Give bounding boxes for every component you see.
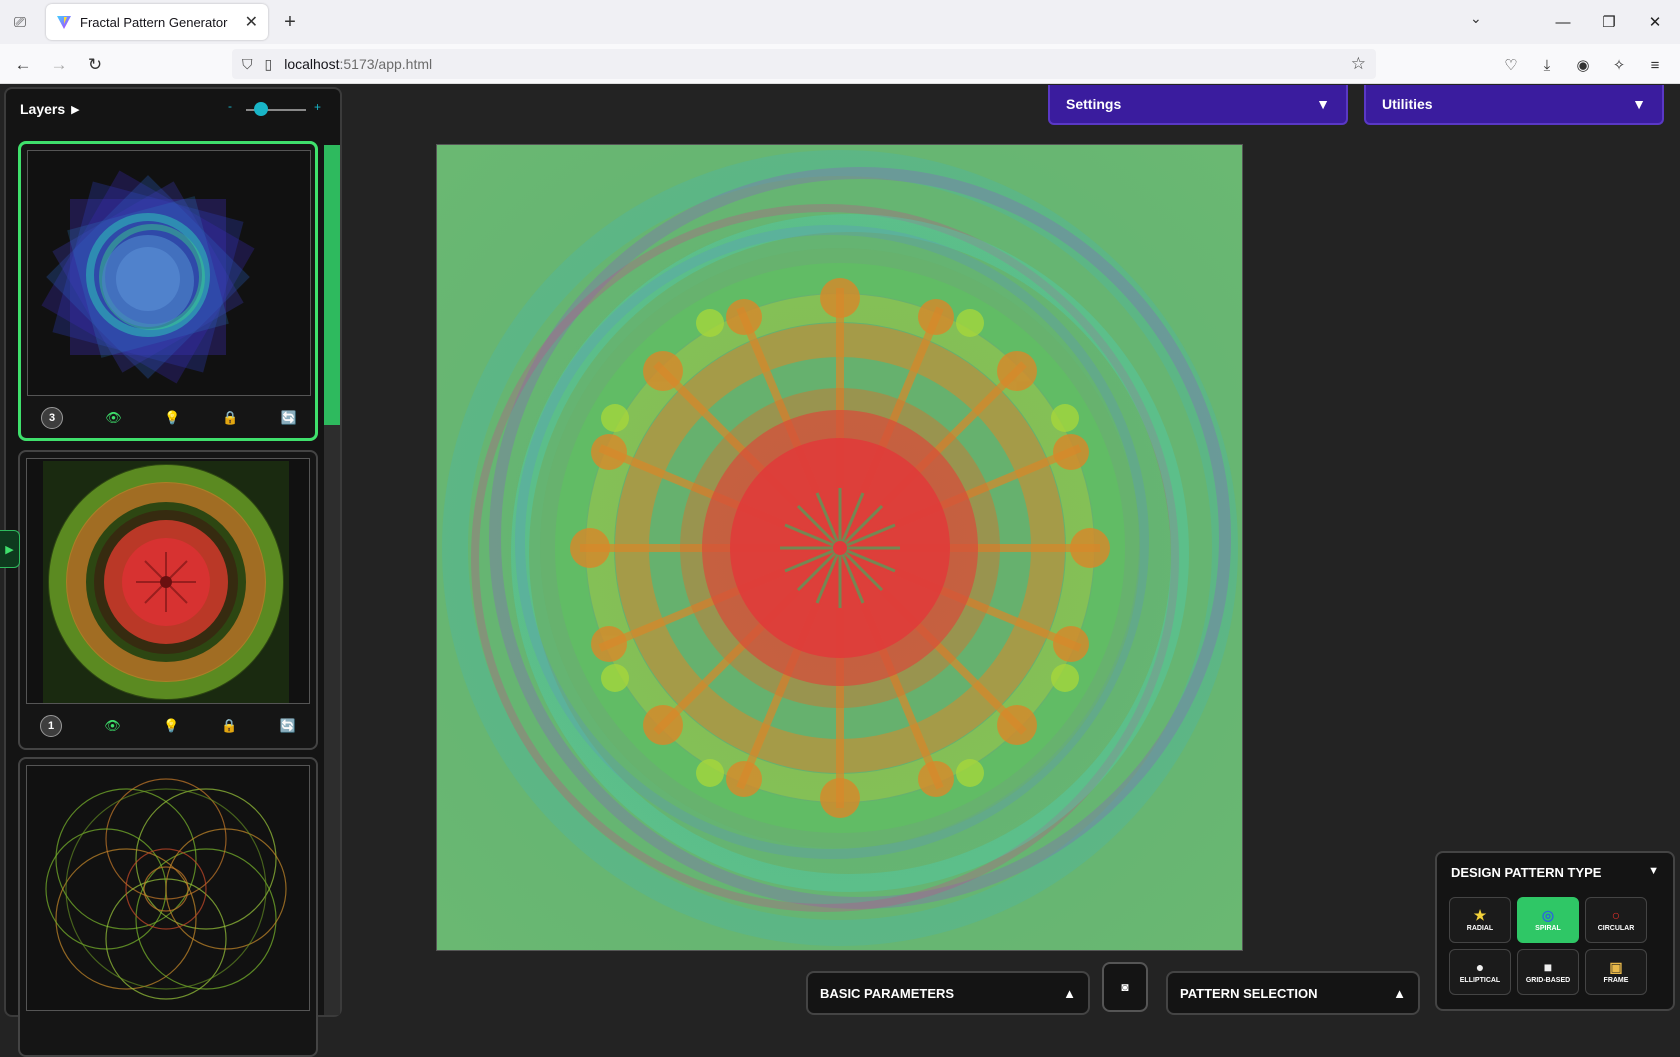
capture-icon: ◙	[1121, 980, 1129, 994]
egg-icon: ●	[1475, 959, 1485, 975]
minimize-icon[interactable]: —	[1540, 8, 1586, 36]
chevron-down-icon[interactable]: ▼	[1648, 865, 1659, 877]
lightbulb-icon[interactable]: 💡	[163, 718, 179, 734]
refresh-icon[interactable]: 🔄	[281, 410, 297, 426]
utilities-label: Utilities	[1382, 96, 1433, 112]
app-area: Layers ▶ - + 3 👁 💡 🔒 🔄 1 👁 💡 🔒 🔄 ▶ Setti…	[0, 85, 1680, 1057]
lock-icon[interactable]: 🔒	[222, 410, 238, 426]
circle-icon: ○	[1611, 907, 1621, 923]
layers-title: Layers	[20, 101, 66, 117]
zoom-in-button[interactable]: +	[314, 100, 321, 114]
pocket-icon[interactable]: ♡	[1498, 52, 1524, 78]
restore-icon[interactable]: ❐	[1586, 8, 1632, 36]
chevron-up-icon[interactable]: ▲	[1063, 986, 1076, 1001]
spiral-icon: ◎	[1541, 907, 1555, 923]
account-icon[interactable]: ◉	[1570, 52, 1596, 78]
fractal-canvas[interactable]	[436, 144, 1243, 951]
tab-close-icon[interactable]: ✕	[245, 12, 258, 32]
extensions-icon[interactable]: ✧	[1606, 52, 1632, 78]
layer-card[interactable]: 3 👁 💡 🔒 🔄	[18, 141, 318, 441]
zoom-out-button[interactable]: -	[228, 99, 232, 113]
tab-list-icon[interactable]: ⎚	[8, 10, 32, 34]
basic-parameters-panel[interactable]: BASIC PARAMETERS ▲	[806, 971, 1090, 1015]
layer-thumbnail[interactable]	[26, 458, 310, 704]
lock-icon[interactable]: 🔒	[221, 718, 237, 734]
design-pattern-title: DESIGN PATTERN TYPE	[1451, 865, 1602, 880]
layers-panel: Layers ▶ - + 3 👁 💡 🔒 🔄 1 👁 💡 🔒 🔄	[4, 87, 342, 1057]
shield-icon[interactable]: ⛉	[242, 56, 253, 73]
browser-tab-bar: ⎚ Fractal Pattern Generator ✕ + ⌄ — ❐ ✕	[0, 0, 1680, 44]
lightbulb-icon[interactable]: 💡	[164, 410, 180, 426]
expand-arrow-icon[interactable]: ▶	[71, 103, 79, 116]
pattern-frame-button[interactable]: ▣ FRAME	[1585, 949, 1647, 995]
vite-favicon-icon	[57, 16, 71, 29]
download-icon[interactable]: ⤓	[1534, 52, 1560, 78]
settings-label: Settings	[1066, 96, 1122, 112]
spiral-thumbnail-art	[41, 170, 255, 384]
back-arrow-icon[interactable]: ←	[10, 52, 36, 78]
chevron-up-icon[interactable]: ▲	[1393, 986, 1406, 1001]
url-bar[interactable]: ⛉ ▯ localhost:5173/app.html ☆	[232, 49, 1376, 79]
star-icon: ★	[1473, 907, 1487, 923]
list-all-tabs-icon[interactable]: ⌄	[1470, 10, 1482, 27]
layer-thumbnail[interactable]	[26, 765, 310, 1011]
reload-icon[interactable]: ↻	[82, 52, 108, 78]
layers-scrollbar-thumb[interactable]	[324, 145, 340, 425]
basic-parameters-title: BASIC PARAMETERS	[820, 985, 955, 1001]
eye-icon[interactable]: 👁	[104, 718, 121, 734]
refresh-icon[interactable]: 🔄	[280, 718, 296, 734]
layer-number-badge: 1	[40, 715, 62, 737]
pattern-selection-title: PATTERN SELECTION	[1180, 985, 1318, 1001]
layer-controls: 1 👁 💡 🔒 🔄	[40, 714, 296, 738]
layer-thumbnail[interactable]	[27, 150, 311, 396]
layer-number-badge: 3	[41, 407, 63, 429]
pattern-spiral-button[interactable]: ◎ SPIRAL	[1517, 897, 1579, 943]
page-icon[interactable]: ▯	[265, 56, 273, 73]
pattern-selection-panel[interactable]: PATTERN SELECTION ▲	[1166, 971, 1420, 1015]
layer-controls: 3 👁 💡 🔒 🔄	[41, 406, 297, 430]
utilities-dropdown[interactable]: Utilities ▼	[1364, 85, 1664, 125]
pattern-circular-button[interactable]: ○ CIRCULAR	[1585, 897, 1647, 943]
browser-nav-bar: ← → ↻ ⛉ ▯ localhost:5173/app.html ☆ ♡ ⤓ …	[0, 44, 1680, 84]
close-window-icon[interactable]: ✕	[1632, 8, 1678, 36]
chevron-down-icon: ▼	[1632, 96, 1646, 112]
settings-dropdown[interactable]: Settings ▼	[1048, 85, 1348, 125]
url-text[interactable]: localhost:5173/app.html	[284, 56, 432, 72]
capture-button[interactable]: ◙	[1102, 962, 1148, 1012]
forward-arrow-icon[interactable]: →	[46, 52, 72, 78]
framed-picture-icon: ▣	[1609, 959, 1623, 975]
pattern-grid-based-button[interactable]: ■ GRID-BASED	[1517, 949, 1579, 995]
star-icon[interactable]: ☆	[1351, 54, 1366, 74]
pattern-radial-button[interactable]: ★ RADIAL	[1449, 897, 1511, 943]
pattern-elliptical-button[interactable]: ● ELLIPTICAL	[1449, 949, 1511, 995]
square-icon: ■	[1543, 959, 1553, 975]
hamburger-menu-icon[interactable]: ≡	[1642, 52, 1668, 78]
fractal-render	[437, 145, 1242, 950]
circles-thumbnail-art	[45, 778, 287, 1000]
browser-tab[interactable]: Fractal Pattern Generator ✕	[46, 4, 268, 40]
chevron-down-icon: ▼	[1316, 96, 1330, 112]
design-pattern-panel: DESIGN PATTERN TYPE ▼ ★ RADIAL ◎ SPIRAL …	[1435, 851, 1675, 1011]
layer-card[interactable]	[18, 757, 318, 1057]
layer-card[interactable]: 1 👁 💡 🔒 🔄	[18, 450, 318, 750]
new-tab-button[interactable]: +	[278, 10, 302, 34]
side-panel-toggle[interactable]: ▶	[0, 530, 20, 568]
zoom-slider-handle[interactable]	[254, 102, 268, 116]
mandala-thumbnail-art	[43, 461, 289, 703]
tab-title: Fractal Pattern Generator	[80, 14, 228, 30]
eye-icon[interactable]: 👁	[105, 410, 122, 426]
